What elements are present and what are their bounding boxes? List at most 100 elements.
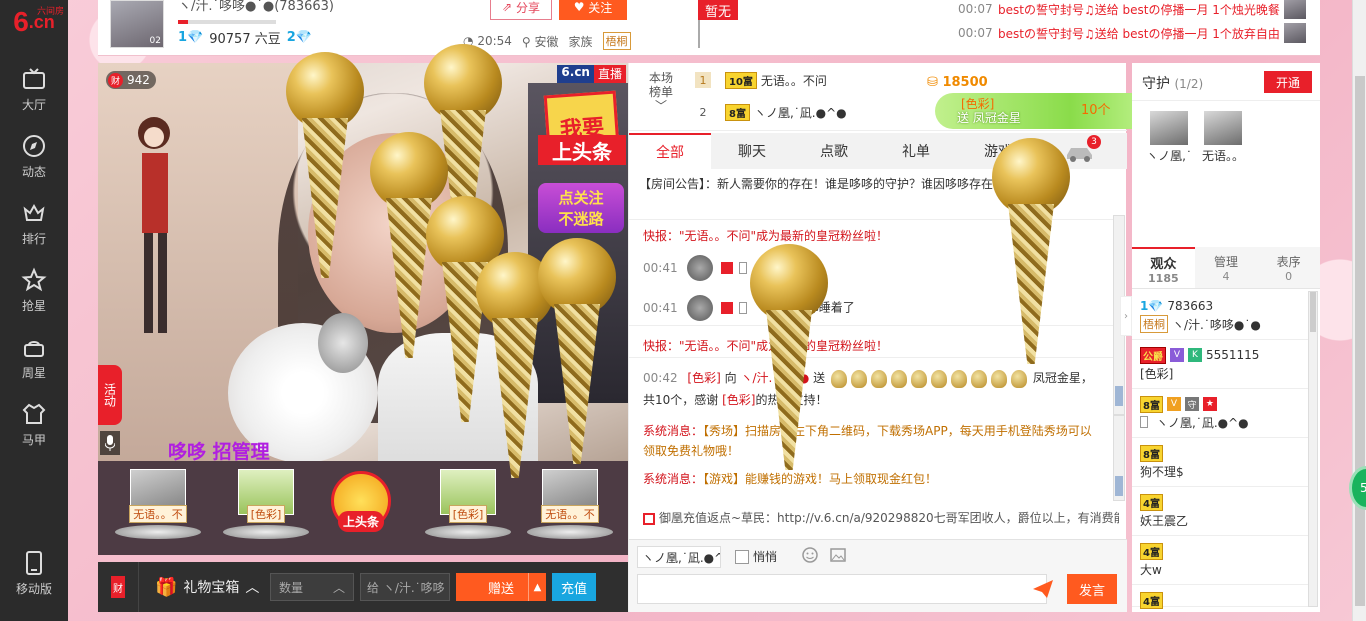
message-time: 00:41 <box>643 300 678 315</box>
ranking-row[interactable]: 1 10富 无语。。不问 <box>695 67 827 93</box>
ranking-flag[interactable]: 暂无 <box>698 0 738 20</box>
broadcast-avatar <box>1283 23 1306 43</box>
whisper-toggle[interactable]: 悄悄 <box>735 548 777 565</box>
follow-banner[interactable]: 点关注 不迷路 <box>538 183 624 233</box>
scrollbar-thumb[interactable] <box>1115 386 1123 406</box>
divider <box>629 219 1113 220</box>
crown-gift-icon <box>911 369 927 388</box>
scrollbar-thumb[interactable] <box>1115 476 1123 496</box>
chat-input[interactable] <box>637 574 1047 604</box>
gift-slot[interactable]: 无语。。不 <box>522 469 618 547</box>
scrollbar-thumb[interactable] <box>1310 292 1316 332</box>
ranking-row[interactable]: 2 8富 ヽノ凰,˙凪.●^● <box>695 99 847 125</box>
tab-games[interactable]: 游戏 <box>957 133 1039 169</box>
anchor-avatar[interactable]: 02 <box>110 0 164 48</box>
tab-admins-label: 管理 <box>1214 254 1239 269</box>
site-logo[interactable]: 6 .cn 六间房 <box>0 0 68 44</box>
open-guard-button[interactable]: 开通 <box>1264 71 1312 93</box>
scrolling-notice[interactable]: 御凰充值返点~草民：http://v.6.cn/a/920298820七哥军团收… <box>643 509 1119 526</box>
ranking-label[interactable]: 本场榜单 ﹀ <box>647 71 675 113</box>
activity-tab[interactable]: 活动 <box>98 365 122 425</box>
audience-item[interactable]: 8富 V 守 ★ ヽノ凰,˙凪.●^● <box>1132 389 1308 438</box>
audience-item[interactable]: 4富 <box>1132 585 1308 609</box>
send-message-button[interactable]: 发言 <box>1067 574 1117 604</box>
tab-gift-list[interactable]: 礼单 <box>875 133 957 169</box>
tab-song[interactable]: 点歌 <box>793 133 875 169</box>
audience-item[interactable]: 公爵 V K 5551115 [色彩] <box>1132 340 1308 389</box>
gift-slot[interactable]: 无语。。不 <box>110 469 206 547</box>
gift-slot[interactable]: [色彩] <box>420 469 516 547</box>
whisper-checkbox[interactable] <box>735 549 749 564</box>
thanks-name[interactable]: [色彩] <box>722 393 755 407</box>
gift-recipient[interactable]: ヽ/汁.˙●^● <box>740 371 809 385</box>
nav-item-grab-star[interactable]: 抢星 <box>0 257 68 324</box>
emoji-icon[interactable] <box>801 546 819 564</box>
share-button[interactable]: ⇗ 分享 <box>490 0 552 20</box>
audience-item[interactable]: 4富 妖王震乙 <box>1132 487 1308 536</box>
guard-member[interactable]: 无语。。 <box>1200 111 1246 164</box>
video-player[interactable]: 财 942 6.cn 直播 我要 上头条 点关注 不迷路 活动 哆哆 招管理 <box>98 63 628 461</box>
audience-item[interactable]: 1💎 783663 梧桐 ヽ/汁.˙哆哆●˙● <box>1132 291 1308 340</box>
gift-send-bar: 财 🎁 礼物宝箱 ︿ 数量 ︿ 给 ヽ/汁.˙哆哆 赠送 ▲ 充值 <box>98 562 628 612</box>
follow-button[interactable]: ♥ 关注 <box>559 0 627 20</box>
gift-slot[interactable]: [色彩] <box>218 469 314 547</box>
chat-message: 00:41 ヽノ 星光都睡着了 <box>643 295 1103 321</box>
rank-number: 2 <box>699 105 707 119</box>
nav-item-ranking[interactable]: 排行 <box>0 190 68 257</box>
guard-shield-icon <box>687 255 714 281</box>
recharge-button[interactable]: 充值 <box>552 573 596 601</box>
audience-item[interactable]: 8富 狗不理$ <box>1132 438 1308 487</box>
tab-all[interactable]: 全部 <box>629 133 711 169</box>
compass-icon <box>23 135 45 157</box>
watermark-logo: 6.cn 直播 <box>557 65 626 83</box>
gift-box-label: 礼物宝箱 <box>183 580 240 596</box>
message-user-name[interactable]: ヽノ <box>755 301 779 315</box>
gift-icon: 🎁 <box>155 576 178 598</box>
nav-item-mobile[interactable]: 移动版 <box>0 550 68 597</box>
family-tag[interactable]: 梧桐 <box>602 32 631 50</box>
message-user-name[interactable]: ヽノ <box>755 261 779 275</box>
headline-banner-top[interactable]: 上头条 <box>538 135 626 165</box>
mic-button[interactable] <box>100 431 120 455</box>
audience-item[interactable]: 4富 大w <box>1132 536 1308 585</box>
broadcast-row[interactable]: 00:07 bestの誓守封号♫送给 bestの停播一月 1个放弃自由 <box>958 21 1318 45</box>
send-gift-button[interactable]: 赠送 ▲ <box>456 573 546 601</box>
tab-order[interactable]: 表序 0 <box>1257 247 1320 288</box>
guard-header: 守护 (1/2) 开通 <box>1132 63 1320 101</box>
collapse-arrow[interactable]: › <box>1120 296 1132 336</box>
wealth-level-tag: 8富 <box>1140 395 1163 413</box>
system-scrollbar[interactable] <box>1113 415 1125 501</box>
gift-sender[interactable]: [色彩] <box>687 371 720 385</box>
quantity-select[interactable]: 数量 ︿ <box>270 573 354 601</box>
gift-broadcast-list: 00:07 bestの誓守封号♫送给 bestの停播一月 1个烛光晚餐 00:0… <box>958 0 1318 45</box>
message-text: 不去 <box>782 260 807 275</box>
nav-item-week-star[interactable]: 周星 <box>0 324 68 391</box>
tab-chat[interactable]: 聊天 <box>711 133 793 169</box>
broadcast-row[interactable]: 00:07 bestの誓守封号♫送给 bestの停播一月 1个烛光晚餐 <box>958 0 1318 21</box>
wealth-tab[interactable]: 财 <box>98 562 138 612</box>
tab-admins[interactable]: 管理 4 <box>1195 247 1258 288</box>
system-message: 系统消息：【秀场】扫描房间左下角二维码，下载秀场APP，每天用手机登陆秀场可以领… <box>643 421 1103 461</box>
chat-target-select[interactable]: ヽノ凰,˙凪.●^● × <box>637 546 721 568</box>
window-scrollbar[interactable] <box>1352 0 1366 621</box>
window-scrollbar-thumb[interactable] <box>1355 76 1365 606</box>
nav-item-vest[interactable]: 马甲 <box>0 391 68 458</box>
caret-up-icon[interactable]: ▲ <box>528 573 546 601</box>
nav-item-dynamic[interactable]: 动态 <box>0 123 68 190</box>
image-icon[interactable] <box>829 546 847 564</box>
audience-scrollbar[interactable] <box>1308 291 1318 607</box>
tab-audience[interactable]: 观众 1185 <box>1132 247 1195 288</box>
gift-box-button[interactable]: 🎁 礼物宝箱 ︿ <box>138 562 262 612</box>
guard-avatar <box>1204 111 1242 145</box>
microphone-image <box>318 313 368 373</box>
guard-badge: 守 <box>1184 397 1199 411</box>
guard-member[interactable]: ヽノ凰,˙ <box>1146 111 1192 164</box>
location-text: 安徽 <box>534 34 559 49</box>
nav-item-lobby[interactable]: 大厅 <box>0 56 68 123</box>
recipient-select[interactable]: 给 ヽ/汁.˙哆哆 <box>360 573 450 601</box>
headline-button[interactable]: 上头条 <box>331 471 391 532</box>
paper-plane-icon[interactable] <box>1031 578 1055 600</box>
message-text: 星光都睡着了 <box>782 300 855 315</box>
wealth-level-tag: 10富 <box>725 71 757 89</box>
guard-shield-icon <box>687 295 714 321</box>
